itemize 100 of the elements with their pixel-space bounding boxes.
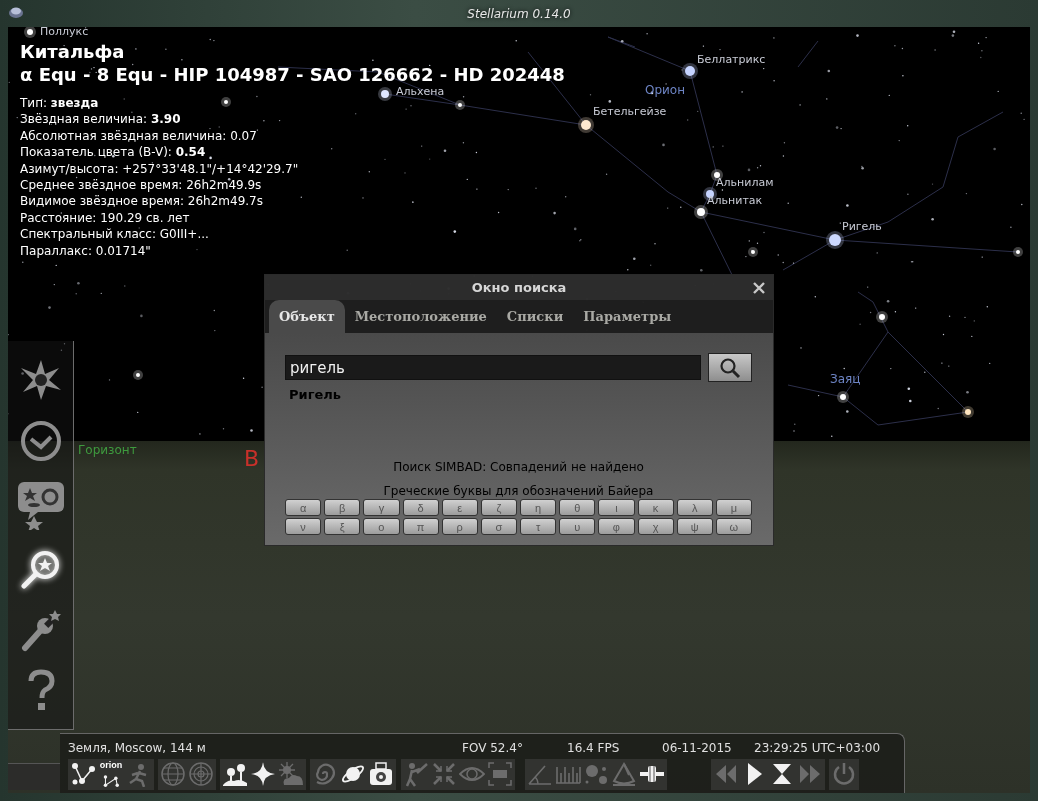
star-label: Альхена [396, 85, 445, 98]
info-line: Абсолютная звёздная величина: 0.07 [20, 127, 257, 145]
camera-icon [368, 761, 394, 787]
greek-letter-key[interactable]: π [402, 518, 439, 535]
star [682, 63, 698, 79]
star [748, 247, 758, 257]
greek-letter-key[interactable]: ι [598, 499, 635, 516]
search-field[interactable]: ригель [285, 355, 701, 380]
globe-grid-button[interactable] [159, 760, 187, 788]
landscape-icon [222, 761, 248, 787]
object-name: Китальфа [20, 40, 125, 63]
info-line: Среднее звёздное время: 26h2m49.9s [20, 177, 262, 194]
greek-letter-key[interactable]: φ [598, 518, 635, 535]
greek-letter-key[interactable]: τ [520, 518, 557, 535]
search-result[interactable]: Ригель [289, 387, 752, 402]
simbad-status: Поиск SIMBAD: Совпадений не найдено [392, 460, 645, 474]
greek-letter-key[interactable]: κ [637, 499, 674, 516]
app-icon [8, 5, 24, 19]
star [876, 311, 888, 323]
star [221, 97, 231, 107]
greek-letter-key[interactable]: γ [363, 499, 400, 516]
info-line: Тип: звезда [20, 95, 99, 112]
greek-letters-label: Греческие буквы для обозначений Байера [382, 484, 655, 498]
date-text: 06-11-2015 [662, 741, 733, 755]
toolbar-corner [8, 763, 60, 790]
star [826, 231, 844, 249]
greek-letter-key[interactable]: λ [676, 499, 713, 516]
clock-icon [18, 418, 63, 463]
constellation-line [797, 40, 819, 68]
info-line: Звёздная величина: 3.90 [20, 111, 181, 128]
sky-objects-bubble-icon [15, 479, 66, 530]
fov-text: FOV 52.4° [462, 741, 524, 755]
star [455, 100, 465, 110]
star-label: Поллукс [40, 27, 89, 38]
greek-letter-key[interactable]: σ [480, 518, 517, 535]
greek-letter-key[interactable]: ο [363, 518, 400, 535]
greek-letter-key[interactable]: ω [715, 518, 752, 535]
star [837, 391, 849, 403]
star [378, 87, 392, 101]
dialog-title: Окно поиска [471, 280, 567, 295]
greek-letter-key[interactable]: ζ [480, 499, 517, 516]
info-line: Расстояние: 190.29 св. лет [20, 209, 190, 227]
tab[interactable]: Параметры [573, 300, 682, 333]
center-arrows-icon [431, 761, 457, 787]
greek-letter-key[interactable]: ε [441, 499, 478, 516]
greek-letter-key[interactable]: ν [285, 518, 322, 535]
star [133, 370, 143, 380]
camera-button[interactable] [367, 760, 395, 788]
star [24, 27, 36, 38]
star-label: Беллатрикс [697, 53, 766, 66]
greek-letter-key[interactable]: ρ [441, 518, 478, 535]
sun-cloud-icon [278, 761, 304, 787]
star-label: Ригель [842, 220, 882, 233]
greek-letter-key[interactable]: η [520, 499, 557, 516]
tab[interactable]: Местоположение [344, 300, 497, 333]
greek-letter-key[interactable]: ξ [324, 518, 361, 535]
astronomer-icon [403, 761, 429, 787]
greek-letter-key[interactable]: θ [559, 499, 596, 516]
constellation-label: Орион [645, 83, 686, 97]
search-icon [719, 356, 741, 379]
constellation-label: Заяц [830, 372, 861, 386]
landscape-label: Горизонт [78, 443, 137, 457]
object-designations: α Equ - 8 Equ - HIP 104987 - SAO 126662 - HD 202448 [20, 63, 565, 86]
star-label: Альнилам [716, 176, 774, 189]
greek-letter-key[interactable]: α [285, 499, 322, 516]
sky-objects-bubble-button[interactable] [15, 479, 66, 530]
globe-grid-icon [160, 761, 186, 787]
info-line: Спектральный класс: G0III+... [20, 226, 209, 243]
greek-letter-key[interactable]: υ [559, 518, 596, 535]
time-text: 23:29:25 UTC+03:00 [754, 741, 881, 755]
info-line: Параллакс: 0.01714" [20, 242, 151, 260]
greek-letter-key[interactable]: β [324, 499, 361, 516]
info-line: Видимое звёздное время: 26h2m49.7s [20, 193, 263, 210]
window-title: Stellarium 0.14.0 [467, 6, 571, 21]
close-icon [753, 282, 765, 294]
star [1013, 247, 1023, 257]
close-button[interactable] [751, 280, 767, 296]
info-line: Азимут/высота: +257°33'48.1"/+14°42'29.7" [20, 160, 299, 178]
search-button[interactable] [708, 353, 752, 382]
star [694, 205, 708, 219]
fullscreen-button[interactable] [486, 760, 514, 788]
location-text: Земля, Moscow, 144 м [68, 741, 207, 755]
star-label: Бетельгейзе [593, 105, 667, 118]
constellation-lines-icon [70, 761, 96, 787]
tab[interactable]: Списки [496, 300, 574, 333]
polar-grid-button[interactable] [187, 760, 215, 788]
info-line: Показатель цвета (B-V): 0.54 [20, 144, 206, 161]
greek-letter-key[interactable]: δ [402, 499, 439, 516]
star [578, 117, 594, 133]
greek-letter-key[interactable]: μ [715, 499, 752, 516]
fullscreen-icon [487, 761, 513, 787]
star-label: Альнитак [707, 194, 763, 207]
greek-letter-key[interactable]: ψ [676, 518, 713, 535]
greek-letter-key[interactable]: χ [637, 518, 674, 535]
polar-grid-icon [188, 761, 214, 787]
tab[interactable]: Объект [269, 300, 345, 333]
constellation-labels-button[interactable]: orion [97, 760, 125, 788]
cardinal-point-label: В [244, 446, 260, 471]
fps-text: 16.4 FPS [567, 741, 621, 755]
clock-button[interactable] [18, 418, 63, 463]
